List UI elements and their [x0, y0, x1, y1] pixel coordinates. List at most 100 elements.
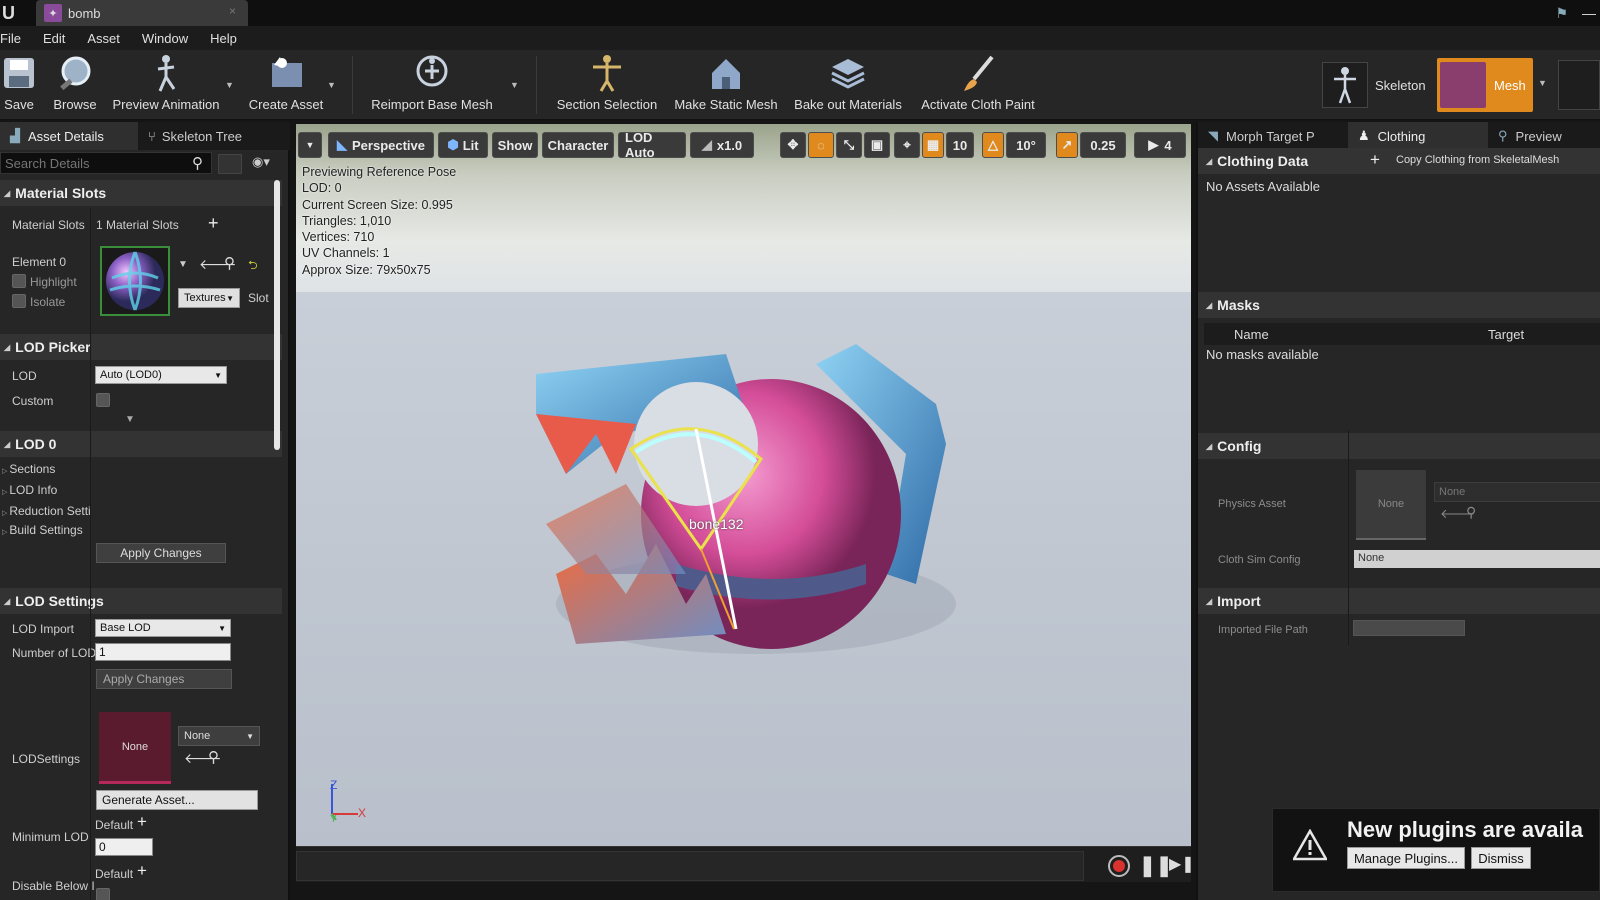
camera-speed-button[interactable]: ▶ 4: [1134, 132, 1186, 158]
perspective-button[interactable]: ◣ Perspective: [328, 132, 434, 158]
manage-plugins-button[interactable]: Manage Plugins...: [1347, 847, 1465, 869]
imported-file-path-field[interactable]: [1353, 620, 1465, 636]
notification-icon[interactable]: ⚑: [1555, 5, 1568, 22]
activate-cloth-paint-button[interactable]: Activate Cloth Paint: [918, 52, 1038, 118]
number-of-lod-input[interactable]: 1: [95, 643, 231, 661]
textures-dropdown[interactable]: Textures ▼: [178, 288, 240, 308]
tab-asset-details[interactable]: ▟ Asset Details: [0, 122, 138, 150]
material-slots-header[interactable]: ◢ Material Slots: [0, 180, 282, 206]
rotation-snap-icon[interactable]: △: [982, 132, 1004, 158]
tab-morph-target-preview[interactable]: ◥ Morph Target P: [1198, 122, 1348, 150]
pause-icon[interactable]: ❚❚: [1139, 853, 1173, 878]
animation-mode-button[interactable]: [1558, 60, 1600, 110]
material-thumbnail[interactable]: [100, 246, 170, 316]
mesh-mode-button[interactable]: Mesh: [1437, 58, 1533, 112]
cloth-sim-config-dropdown[interactable]: None: [1354, 550, 1600, 568]
tab-preview[interactable]: ⚲ Preview: [1488, 122, 1600, 150]
tab-clothing[interactable]: ♟ Clothing: [1348, 122, 1488, 150]
show-button[interactable]: Show: [492, 132, 538, 158]
browse-material-icon[interactable]: ⚲: [224, 254, 235, 272]
grid-size-value[interactable]: 10: [946, 132, 974, 158]
mode-caret-icon[interactable]: ▼: [1538, 78, 1547, 88]
minimum-lod-add-icon[interactable]: +: [137, 812, 147, 832]
playback-speed-button[interactable]: ◢ x1.0: [690, 132, 754, 158]
section-selection-button[interactable]: Section Selection: [552, 52, 662, 118]
make-static-mesh-button[interactable]: Make Static Mesh: [672, 52, 780, 118]
lit-button[interactable]: ⬢ Lit: [438, 132, 488, 158]
import-header[interactable]: ◢ Import: [1198, 588, 1600, 614]
record-button[interactable]: [1108, 855, 1130, 877]
masks-header[interactable]: ◢ Masks: [1198, 292, 1600, 318]
timeline-scrubber[interactable]: [296, 851, 1084, 881]
scale-snap-value[interactable]: 0.25: [1080, 132, 1126, 158]
coordinate-space-icon[interactable]: ▣: [864, 132, 890, 158]
menu-asset[interactable]: Asset: [76, 31, 131, 46]
rotate-tool-icon[interactable]: ◌: [808, 132, 834, 158]
lod-dropdown[interactable]: Auto (LOD0) ▼: [95, 366, 227, 384]
details-scrollbar[interactable]: [274, 180, 280, 450]
preview-animation-button[interactable]: Preview Animation: [110, 52, 222, 118]
lod-settings-asset-dropdown[interactable]: None ▼: [178, 726, 260, 746]
lod0-apply-changes-button[interactable]: Apply Changes: [96, 543, 226, 563]
add-material-slot-icon[interactable]: +: [208, 213, 219, 234]
lod-settings-browse-icon[interactable]: ⚲: [208, 748, 219, 766]
menu-edit[interactable]: Edit: [32, 31, 76, 46]
lod-import-dropdown[interactable]: Base LOD ▼: [95, 619, 231, 637]
generate-asset-button[interactable]: Generate Asset...: [96, 790, 258, 810]
search-details-input[interactable]: [0, 152, 212, 174]
lod-settings-apply-button[interactable]: Apply Changes: [96, 669, 232, 689]
surface-snap-icon[interactable]: ⌖: [894, 132, 920, 158]
lod0-reduction-settings[interactable]: Reduction Setti: [2, 504, 90, 518]
bake-materials-button[interactable]: Bake out Materials: [792, 52, 904, 118]
view-options-grid-icon[interactable]: [218, 154, 242, 174]
character-button[interactable]: Character: [542, 132, 614, 158]
physics-asset-thumbnail[interactable]: None: [1356, 470, 1426, 540]
reimport-caret-icon[interactable]: ▼: [510, 80, 519, 90]
lod-settings-asset-thumbnail[interactable]: None: [99, 712, 171, 784]
create-asset-button[interactable]: Create Asset: [246, 52, 326, 118]
create-asset-caret-icon[interactable]: ▼: [327, 80, 336, 90]
viewport[interactable]: ▼ ◣ Perspective ⬢ Lit Show Character LOD A…: [296, 124, 1191, 846]
masks-column-name[interactable]: Name: [1234, 327, 1269, 342]
disable-below-add-icon[interactable]: +: [137, 861, 147, 881]
viewport-options-button[interactable]: ▼: [298, 132, 322, 158]
config-header[interactable]: ◢ Config: [1198, 433, 1600, 459]
add-clothing-icon[interactable]: +: [1370, 150, 1380, 170]
tab-skeleton-tree[interactable]: ⑂ Skeleton Tree: [138, 122, 278, 150]
document-tab[interactable]: ✦ bomb ×: [36, 0, 248, 26]
visibility-eye-icon[interactable]: ◉▾: [252, 154, 270, 170]
lod-picker-header[interactable]: ◢ LOD Picker: [0, 334, 282, 360]
lod-settings-header[interactable]: ◢ LOD Settings: [0, 588, 282, 614]
lod0-build-settings[interactable]: Build Settings: [2, 523, 82, 537]
lod0-header[interactable]: ◢ LOD 0: [0, 431, 282, 457]
lod0-lod-info[interactable]: LOD Info: [2, 483, 57, 497]
lod0-sections[interactable]: Sections: [2, 462, 55, 476]
custom-checkbox[interactable]: [96, 393, 110, 407]
scale-tool-icon[interactable]: ⤡: [836, 132, 862, 158]
copy-clothing-button[interactable]: Copy Clothing from SkeletalMesh: [1396, 154, 1559, 166]
disable-below-checkbox[interactable]: [96, 888, 110, 900]
material-caret-icon[interactable]: ▼: [178, 259, 188, 270]
reimport-base-mesh-button[interactable]: Reimport Base Mesh: [368, 52, 496, 118]
rotation-snap-value[interactable]: 10°: [1006, 132, 1046, 158]
minimize-icon[interactable]: —: [1582, 5, 1596, 21]
close-tab-icon[interactable]: ×: [229, 4, 236, 18]
physics-asset-dropdown[interactable]: None: [1434, 482, 1600, 502]
highlight-checkbox[interactable]: [12, 274, 26, 288]
preview-animation-caret-icon[interactable]: ▼: [225, 80, 234, 90]
menu-file[interactable]: File: [0, 31, 32, 46]
minimum-lod-input[interactable]: 0: [95, 838, 153, 856]
grid-snap-icon[interactable]: ▦: [922, 132, 944, 158]
expand-advanced-icon[interactable]: ▼: [125, 414, 135, 425]
scale-snap-icon[interactable]: ↗: [1056, 132, 1078, 158]
skeleton-mode-button[interactable]: Skeleton: [1322, 60, 1430, 110]
isolate-checkbox[interactable]: [12, 294, 26, 308]
translate-tool-icon[interactable]: ✥: [780, 132, 806, 158]
reset-material-icon[interactable]: ⮌: [248, 256, 258, 277]
lod-auto-button[interactable]: LOD Auto: [618, 130, 686, 160]
browse-button[interactable]: Browse: [50, 52, 100, 118]
menu-help[interactable]: Help: [199, 31, 248, 46]
dismiss-button[interactable]: Dismiss: [1471, 847, 1531, 869]
step-forward-icon[interactable]: ▶❚: [1169, 854, 1195, 874]
save-button[interactable]: Save: [0, 52, 38, 118]
